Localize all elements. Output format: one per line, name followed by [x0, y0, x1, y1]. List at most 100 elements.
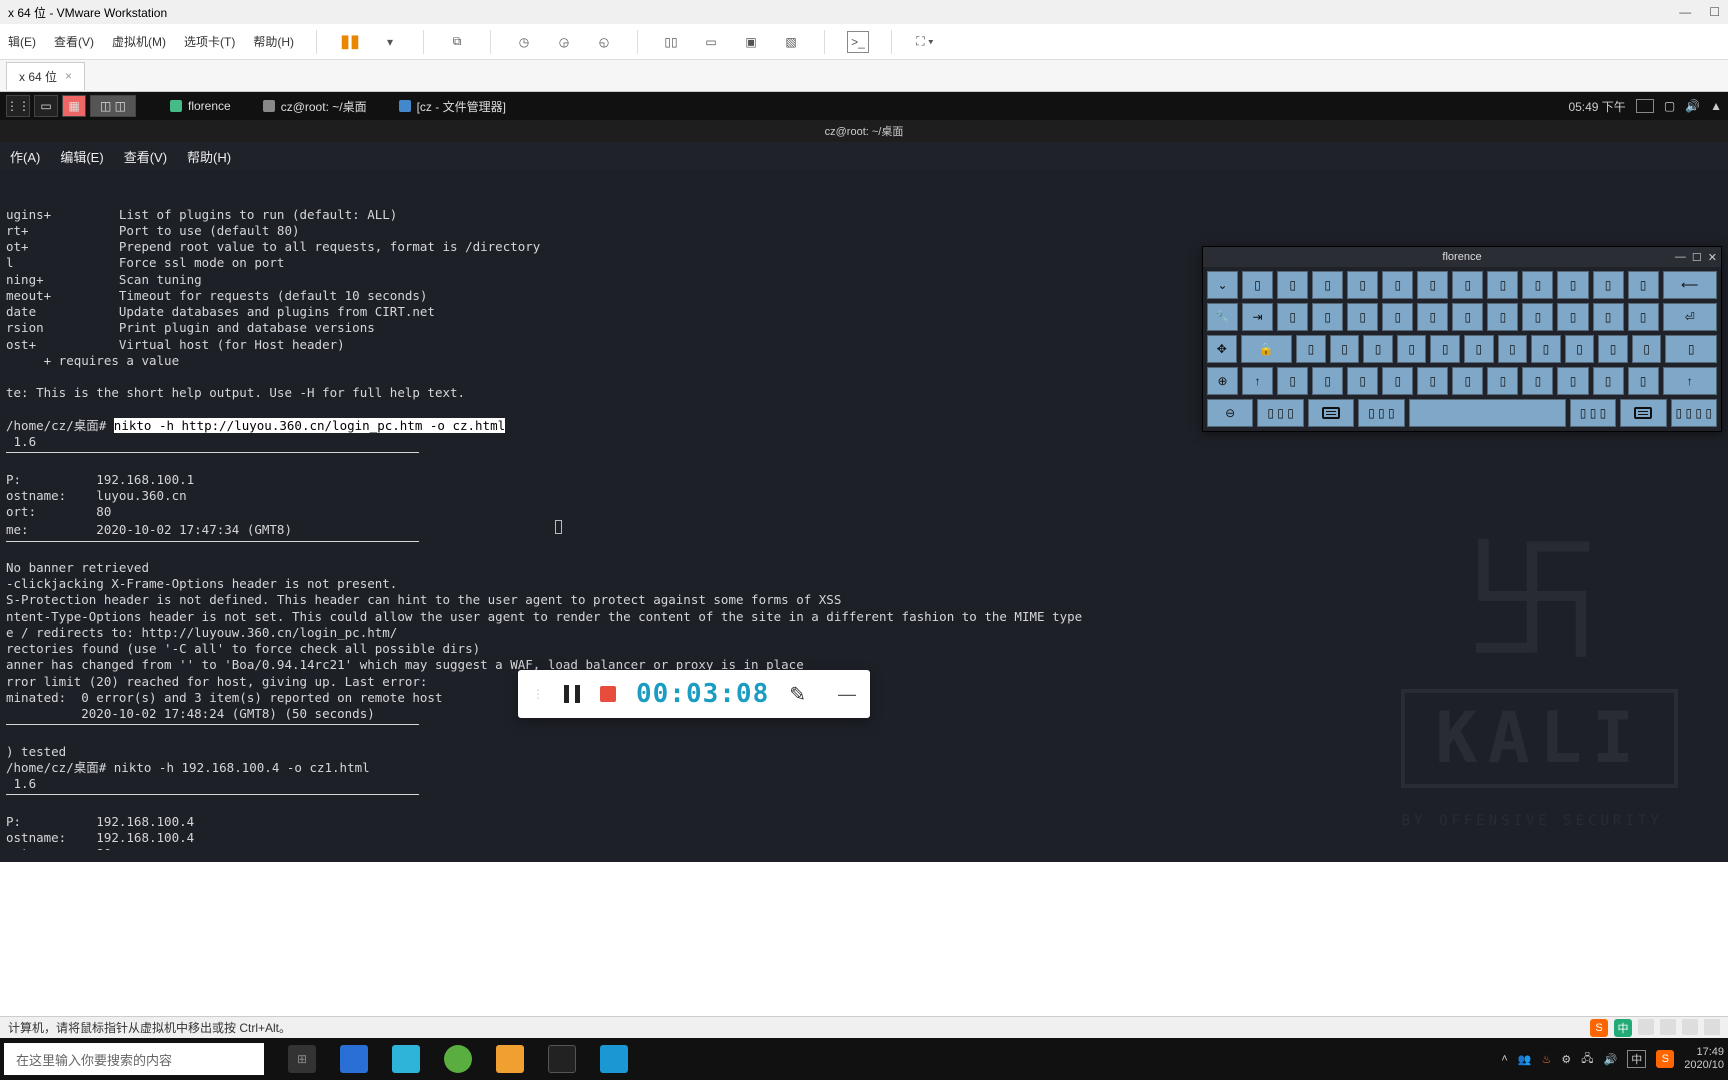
fl-key[interactable]: ▯ [1347, 367, 1378, 395]
fl-zoomin-icon[interactable]: ⊕ [1207, 367, 1238, 395]
fl-key[interactable]: ▯ [1347, 303, 1378, 331]
fl-key[interactable]: ▯ [1557, 303, 1588, 331]
fl-key[interactable]: ▯ [1665, 335, 1717, 363]
close-tab-icon[interactable]: × [65, 69, 72, 83]
fl-key[interactable]: ▯ [1498, 335, 1528, 363]
fl-keyboard-icon[interactable] [1620, 399, 1666, 427]
fl-key[interactable]: ▯ [1464, 335, 1494, 363]
minimize-icon[interactable]: — [1675, 251, 1686, 264]
fl-key[interactable]: ▯ [1632, 335, 1662, 363]
fl-key[interactable]: ▯ [1628, 271, 1659, 299]
menu-help[interactable]: 帮助(H) [253, 33, 294, 50]
status-icon[interactable] [1682, 1019, 1698, 1035]
usb-icon[interactable]: ⧉ [446, 31, 468, 53]
fl-key[interactable]: ▯ [1382, 303, 1413, 331]
status-icon[interactable] [1660, 1019, 1676, 1035]
fl-key[interactable]: ▯ ▯ ▯ [1570, 399, 1616, 427]
fl-key[interactable]: ▯ [1557, 271, 1588, 299]
minimize-icon[interactable]: — [1679, 5, 1691, 19]
fl-key[interactable]: ▯ [1487, 271, 1518, 299]
unity-icon[interactable]: ▣ [740, 31, 762, 53]
stretch-icon[interactable]: ⛶ ▾ [914, 31, 936, 53]
fl-key[interactable]: ▯ [1452, 303, 1483, 331]
status-icon[interactable] [1638, 1019, 1654, 1035]
maximize-icon[interactable]: ☐ [1692, 251, 1702, 264]
app-icon[interactable] [392, 1045, 420, 1073]
fl-key[interactable]: ▯ [1487, 303, 1518, 331]
tray-icon[interactable] [1636, 99, 1654, 113]
maximize-icon[interactable]: ☐ [1709, 5, 1720, 19]
fl-key[interactable]: ▯ [1565, 335, 1595, 363]
fl-key[interactable]: ▯ [1363, 335, 1393, 363]
fl-key[interactable]: ▯ [1277, 367, 1308, 395]
menu-vm[interactable]: 虚拟机(M) [112, 33, 166, 50]
fl-key[interactable]: ▯ [1452, 367, 1483, 395]
term-menu-file[interactable]: 作(A) [10, 147, 40, 166]
notif-icon[interactable]: ▲ [1710, 99, 1722, 113]
close-icon[interactable]: ✕ [1708, 251, 1717, 264]
fl-key[interactable]: ▯ [1593, 303, 1624, 331]
fl-key[interactable]: ▯ [1593, 271, 1624, 299]
fl-capslock-icon[interactable]: 🔒 [1241, 335, 1293, 363]
ime-zh-icon[interactable]: 中 [1614, 1019, 1632, 1037]
sound-icon[interactable]: 🔊 [1604, 1053, 1618, 1066]
terminal-icon[interactable] [548, 1045, 576, 1073]
fl-key[interactable]: ▯ [1417, 303, 1448, 331]
fl-key[interactable]: ▯ [1277, 271, 1308, 299]
screen-recorder[interactable]: ⋮ 00:03:08 ✎ — [518, 670, 870, 718]
maximize-icon[interactable]: ▢ [1664, 99, 1675, 113]
fl-key[interactable]: ▯ [1277, 303, 1308, 331]
status-icon[interactable] [1704, 1019, 1720, 1035]
fl-key[interactable]: ▯ ▯ ▯ [1358, 399, 1404, 427]
fl-key[interactable]: ▯ [1312, 271, 1343, 299]
fl-keyboard-icon[interactable] [1308, 399, 1354, 427]
layout1-icon[interactable]: ▯▯ [660, 31, 682, 53]
fl-shift-icon[interactable]: ↑ [1242, 367, 1273, 395]
fl-key[interactable]: ▯ [1382, 367, 1413, 395]
term-menu-view[interactable]: 查看(V) [124, 147, 167, 166]
manage-icon[interactable]: ◵ [593, 31, 615, 53]
fl-key[interactable]: ▯ [1312, 303, 1343, 331]
rec-pen-icon[interactable]: ✎ [789, 682, 806, 707]
recorder-icon[interactable] [600, 1045, 628, 1073]
task-terminal[interactable]: cz@root: ~/桌面 [253, 96, 377, 117]
fl-key[interactable]: ▯ [1522, 367, 1553, 395]
fl-key[interactable]: ▯ [1242, 271, 1273, 299]
fl-key[interactable]: ▯ [1330, 335, 1360, 363]
people-icon[interactable]: 👥 [1518, 1053, 1532, 1066]
fl-zoomout-icon[interactable]: ⊖ [1207, 399, 1253, 427]
fl-key[interactable]: ▯ [1628, 303, 1659, 331]
rec-drag-icon[interactable]: ⋮ [532, 687, 544, 701]
fl-key[interactable]: ▯ [1593, 367, 1624, 395]
menu-view[interactable]: 查看(V) [54, 33, 94, 50]
rec-stop-icon[interactable] [600, 686, 616, 702]
dropdown-icon[interactable]: ▾ [379, 31, 401, 53]
revert-icon[interactable]: ◶ [553, 31, 575, 53]
fl-key[interactable]: ▯ [1598, 335, 1628, 363]
fl-backspace-icon[interactable]: ⟵ [1663, 271, 1717, 299]
fl-move-icon[interactable]: ✥ [1207, 335, 1237, 363]
app-icon[interactable] [340, 1045, 368, 1073]
fl-key[interactable]: ▯ [1522, 271, 1553, 299]
florence-titlebar[interactable]: florence — ☐ ✕ [1203, 247, 1721, 267]
fl-key[interactable]: ▯ [1522, 303, 1553, 331]
fl-key[interactable]: ▯ [1452, 271, 1483, 299]
app-icon[interactable] [444, 1045, 472, 1073]
vmware-icon[interactable] [496, 1045, 524, 1073]
fullscreen-icon[interactable]: >_ [847, 31, 869, 53]
taskview-icon[interactable]: ⊞ [288, 1045, 316, 1073]
fl-key[interactable]: ▯ [1430, 335, 1460, 363]
fl-tab-icon[interactable]: ⇥ [1242, 303, 1273, 331]
fl-key[interactable]: ▯ [1312, 367, 1343, 395]
fl-key[interactable]: ▯ [1397, 335, 1427, 363]
snapshot-icon[interactable]: ◷ [513, 31, 535, 53]
show-desktop-icon[interactable]: ▭ [34, 95, 58, 117]
fl-key[interactable]: ▯ [1557, 367, 1588, 395]
fl-enter-icon[interactable]: ⏎ [1663, 303, 1717, 331]
term-menu-edit[interactable]: 编辑(E) [60, 147, 103, 166]
rec-pause-icon[interactable] [564, 685, 580, 703]
fl-expand-icon[interactable]: ⌄ [1207, 271, 1238, 299]
pause-icon[interactable]: ▮▮ [339, 31, 361, 53]
console-icon[interactable]: ▧ [780, 31, 802, 53]
rec-minimize-icon[interactable]: — [838, 684, 856, 705]
